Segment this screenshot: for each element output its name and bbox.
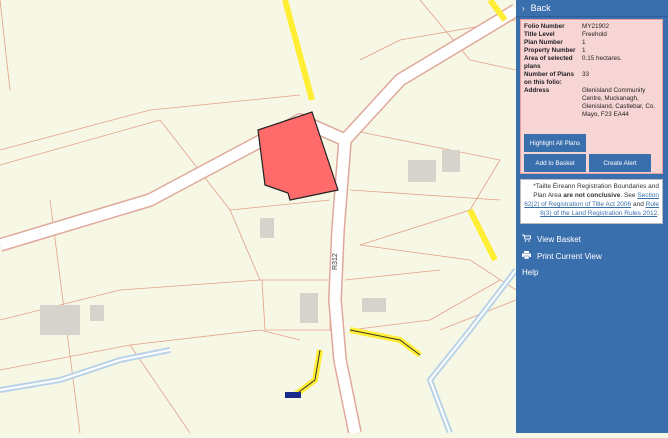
folio-key: Title Level	[524, 31, 555, 38]
folio-key: Address	[524, 87, 550, 94]
folio-value: Freehold	[582, 31, 607, 38]
side-panel: › Back Folio Number MY21902 Title Level Fr…	[516, 0, 668, 433]
folio-value: MY21902	[582, 23, 609, 30]
highlight-all-plans-button[interactable]: Highlight All Plans	[524, 134, 586, 152]
folio-row: Title Level Freehold	[521, 31, 662, 39]
map-canvas[interactable]: R312	[0, 0, 520, 435]
plot-marker[interactable]	[285, 392, 301, 398]
folio-value: 1	[582, 47, 586, 54]
create-alert-button[interactable]: Create Alert	[589, 154, 651, 172]
folio-value: 33	[582, 71, 590, 78]
folio-row: Folio Number MY21902	[521, 23, 662, 31]
help-button[interactable]: Help	[516, 264, 668, 280]
road-label: R312	[332, 253, 339, 270]
folio-key: Folio Number	[524, 23, 565, 30]
map-view[interactable]: R312	[0, 0, 520, 435]
folio-row: Number of Plans on this folio: 33	[521, 71, 662, 87]
add-to-basket-button[interactable]: Add to Basket	[524, 154, 586, 172]
folio-key: Plan Number	[524, 39, 563, 46]
back-button[interactable]: › Back	[516, 0, 668, 17]
folio-row: Area of selected plans 0.15 hectares.	[521, 55, 662, 71]
folio-key: Area of selected plans	[524, 55, 573, 70]
folio-info-box: Folio Number MY21902 Title Level Freehold …	[520, 19, 663, 174]
view-basket-label: View Basket	[537, 234, 581, 244]
back-label: Back	[530, 3, 551, 13]
printer-icon	[521, 251, 531, 261]
folio-value: 1	[582, 39, 586, 46]
folio-row: Property Number 1	[521, 47, 662, 55]
folio-value: Glenisland Community Centre, Muckanagh, …	[582, 87, 656, 118]
print-current-view-button[interactable]: Print Current View	[516, 248, 668, 264]
print-current-view-label: Print Current View	[537, 251, 602, 261]
disclaimer-text: and	[631, 201, 646, 208]
chevron-right-icon: ›	[522, 3, 525, 13]
folio-row: Plan Number 1	[521, 39, 662, 47]
folio-row: Address Glenisland Community Centre, Muck…	[521, 87, 662, 119]
disclaimer-bold: are not conclusive	[563, 192, 621, 199]
basket-icon	[521, 234, 532, 244]
folio-key: Number of Plans on this folio:	[524, 71, 575, 86]
folio-value: 0.15 hectares.	[582, 55, 622, 62]
folio-key: Property Number	[524, 47, 576, 54]
help-label: Help	[522, 267, 539, 277]
disclaimer-text: .	[657, 210, 659, 217]
disclaimer-text: . See	[620, 192, 638, 199]
view-basket-button[interactable]: View Basket	[516, 231, 668, 247]
disclaimer-box: *Tailte Éireann Registration Boundaries …	[520, 179, 663, 224]
